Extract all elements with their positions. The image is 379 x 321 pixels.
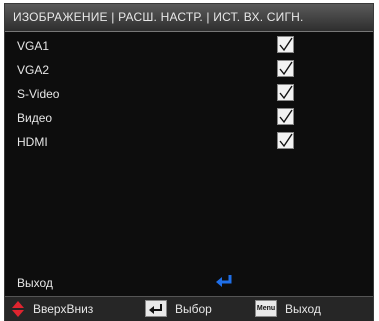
up-down-arrow-icon: [12, 301, 24, 317]
source-row-svideo[interactable]: S-Video: [5, 83, 373, 107]
source-checkbox-video[interactable]: [277, 108, 294, 125]
checkmark-icon: [279, 133, 293, 148]
source-row-vga2[interactable]: VGA2: [5, 59, 373, 83]
hint-menu-label: Выход: [285, 302, 321, 316]
enter-arrow-icon[interactable]: [215, 274, 233, 288]
enter-arrow-icon: [149, 304, 162, 314]
source-row-hdmi[interactable]: HDMI: [5, 131, 373, 155]
source-checkbox-vga1[interactable]: [277, 36, 294, 53]
osd-window: ИЗОБРАЖЕНИЕ | РАСШ. НАСТР. | ИСТ. ВХ. СИ…: [4, 3, 374, 321]
menu-title: ИЗОБРАЖЕНИЕ | РАСШ. НАСТР. | ИСТ. ВХ. СИ…: [13, 10, 304, 24]
source-row-video[interactable]: Видео: [5, 107, 373, 131]
hint-updown: ВверхВниз: [11, 300, 121, 318]
hint-updown-label: ВверхВниз: [33, 302, 94, 316]
title-bar: ИЗОБРАЖЕНИЕ | РАСШ. НАСТР. | ИСТ. ВХ. СИ…: [5, 4, 373, 32]
hint-enter: Выбор: [145, 300, 235, 318]
source-checkbox-svideo[interactable]: [277, 84, 294, 101]
checkmark-icon: [279, 37, 293, 52]
source-checkbox-hdmi[interactable]: [277, 132, 294, 149]
menu-key-icon: Menu: [255, 300, 277, 317]
checkmark-icon: [279, 109, 293, 124]
footer-hint-bar: ВверхВниз Выбор Menu Выход: [5, 296, 373, 321]
checkmark-icon: [279, 85, 293, 100]
source-checkbox-vga2[interactable]: [277, 60, 294, 77]
enter-key-icon: [145, 300, 167, 317]
hint-menu: Menu Выход: [255, 300, 345, 318]
source-label: S-Video: [17, 87, 60, 101]
source-label: VGA1: [17, 39, 50, 53]
source-row-vga1[interactable]: VGA1: [5, 35, 373, 59]
exit-label: Выход: [17, 276, 53, 290]
exit-row[interactable]: Выход: [5, 272, 373, 294]
checkmark-icon: [279, 61, 293, 76]
hint-enter-label: Выбор: [175, 302, 212, 316]
source-label: VGA2: [17, 63, 50, 77]
source-label: Видео: [17, 111, 53, 125]
source-label: HDMI: [17, 135, 48, 149]
